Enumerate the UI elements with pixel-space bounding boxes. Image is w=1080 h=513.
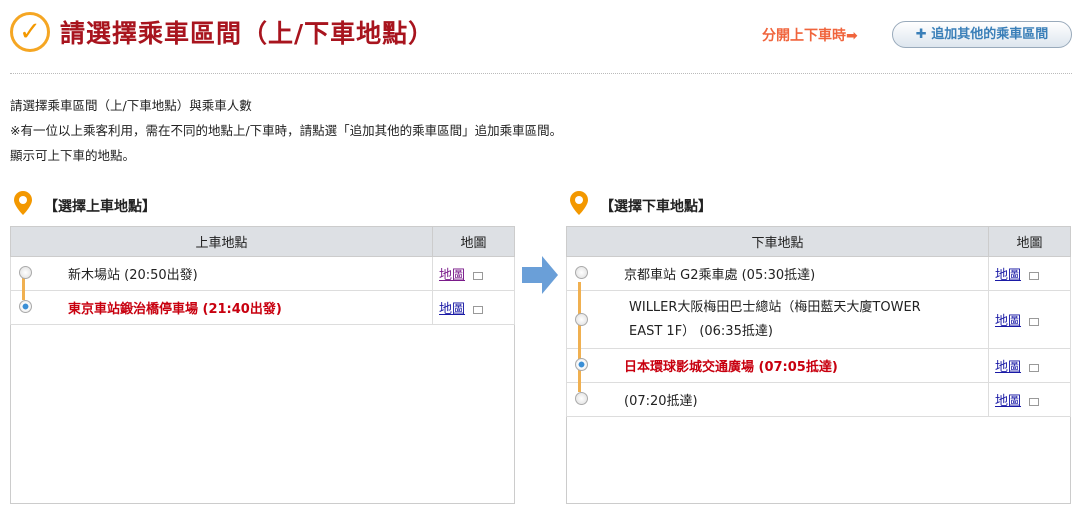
map-link[interactable]: 地圖: [995, 360, 1021, 375]
boarding-radio[interactable]: [19, 266, 32, 279]
new-window-icon: [473, 305, 484, 314]
new-window-icon: [1029, 271, 1040, 280]
map-link[interactable]: 地圖: [439, 268, 465, 283]
table-row[interactable]: 新木場站 (20:50出發) 地圖: [10, 256, 515, 291]
col-header-stop: 下車地點: [566, 226, 989, 257]
boarding-table: 上車地點 地圖 新木場站 (20:50出發) 地圖 東京車站鍛治橋停車場 (21:4…: [10, 226, 515, 325]
map-link[interactable]: 地圖: [995, 394, 1021, 409]
check-icon: ✓: [10, 12, 50, 52]
route-line: [22, 276, 25, 300]
table-row[interactable]: WILLER大阪梅田巴士總站（梅田藍天大廈TOWER EAST 1F） (06:…: [566, 290, 1071, 349]
alighting-radio[interactable]: [575, 392, 588, 405]
boarding-radio[interactable]: [19, 300, 32, 313]
new-window-icon: [1029, 363, 1040, 372]
add-route-button[interactable]: ✚ 追加其他的乘車區間: [892, 21, 1072, 48]
intro-line: 請選擇乘車區間（上/下車地點）與乘車人數: [10, 98, 252, 113]
col-header-map: 地圖: [432, 226, 515, 257]
stop-label: 新木場站 (20:50出發): [68, 268, 198, 283]
table-row[interactable]: (07:20抵達) 地圖: [566, 382, 1071, 417]
alighting-radio[interactable]: [575, 266, 588, 279]
map-pin-icon: [570, 191, 588, 215]
stop-label: 日本環球影城交通廣場 (07:05抵達): [624, 360, 838, 375]
col-header-stop: 上車地點: [10, 226, 433, 257]
stop-label: 東京車站鍛治橋停車場 (21:40出發): [68, 302, 282, 317]
stop-label: (07:20抵達): [624, 394, 698, 409]
intro-line: 顯示可上下車的地點。: [10, 148, 136, 163]
table-row[interactable]: 東京車站鍛治橋停車場 (21:40出發) 地圖: [10, 290, 515, 325]
col-header-map: 地圖: [988, 226, 1071, 257]
table-row[interactable]: 京都車站 G2乘車處 (05:30抵達) 地圖: [566, 256, 1071, 291]
route-line: [578, 282, 581, 392]
table-row[interactable]: 日本環球影城交通廣場 (07:05抵達) 地圖: [566, 348, 1071, 383]
stop-label: 京都車站 G2乘車處 (05:30抵達): [624, 268, 816, 283]
map-pin-icon: [14, 191, 32, 215]
new-window-icon: [1029, 397, 1040, 406]
new-window-icon: [1029, 317, 1040, 326]
map-link[interactable]: 地圖: [995, 314, 1021, 329]
map-link[interactable]: 地圖: [439, 302, 465, 317]
divider: [10, 73, 1072, 74]
split-hint: 分開上下車時➡: [762, 28, 858, 44]
boarding-heading: 【選擇上車地點】: [44, 199, 156, 215]
alighting-radio[interactable]: [575, 313, 588, 326]
stop-label: WILLER大阪梅田巴士總站（梅田藍天大廈TOWER EAST 1F） (06:…: [629, 299, 921, 339]
new-window-icon: [473, 271, 484, 280]
alighting-radio[interactable]: [575, 358, 588, 371]
alighting-table: 下車地點 地圖 京都車站 G2乘車處 (05:30抵達) 地圖 WILLER大阪梅田…: [566, 226, 1071, 417]
map-link[interactable]: 地圖: [995, 268, 1021, 283]
intro-note: ※有一位以上乘客利用，需在不同的地點上/下車時，請點選「追加其他的乘車區間」追加…: [10, 123, 563, 138]
alighting-heading: 【選擇下車地點】: [600, 199, 712, 215]
arrow-right-icon: [522, 256, 558, 294]
page-title: 請選擇乘車區間（上/下車地點）: [60, 19, 435, 48]
